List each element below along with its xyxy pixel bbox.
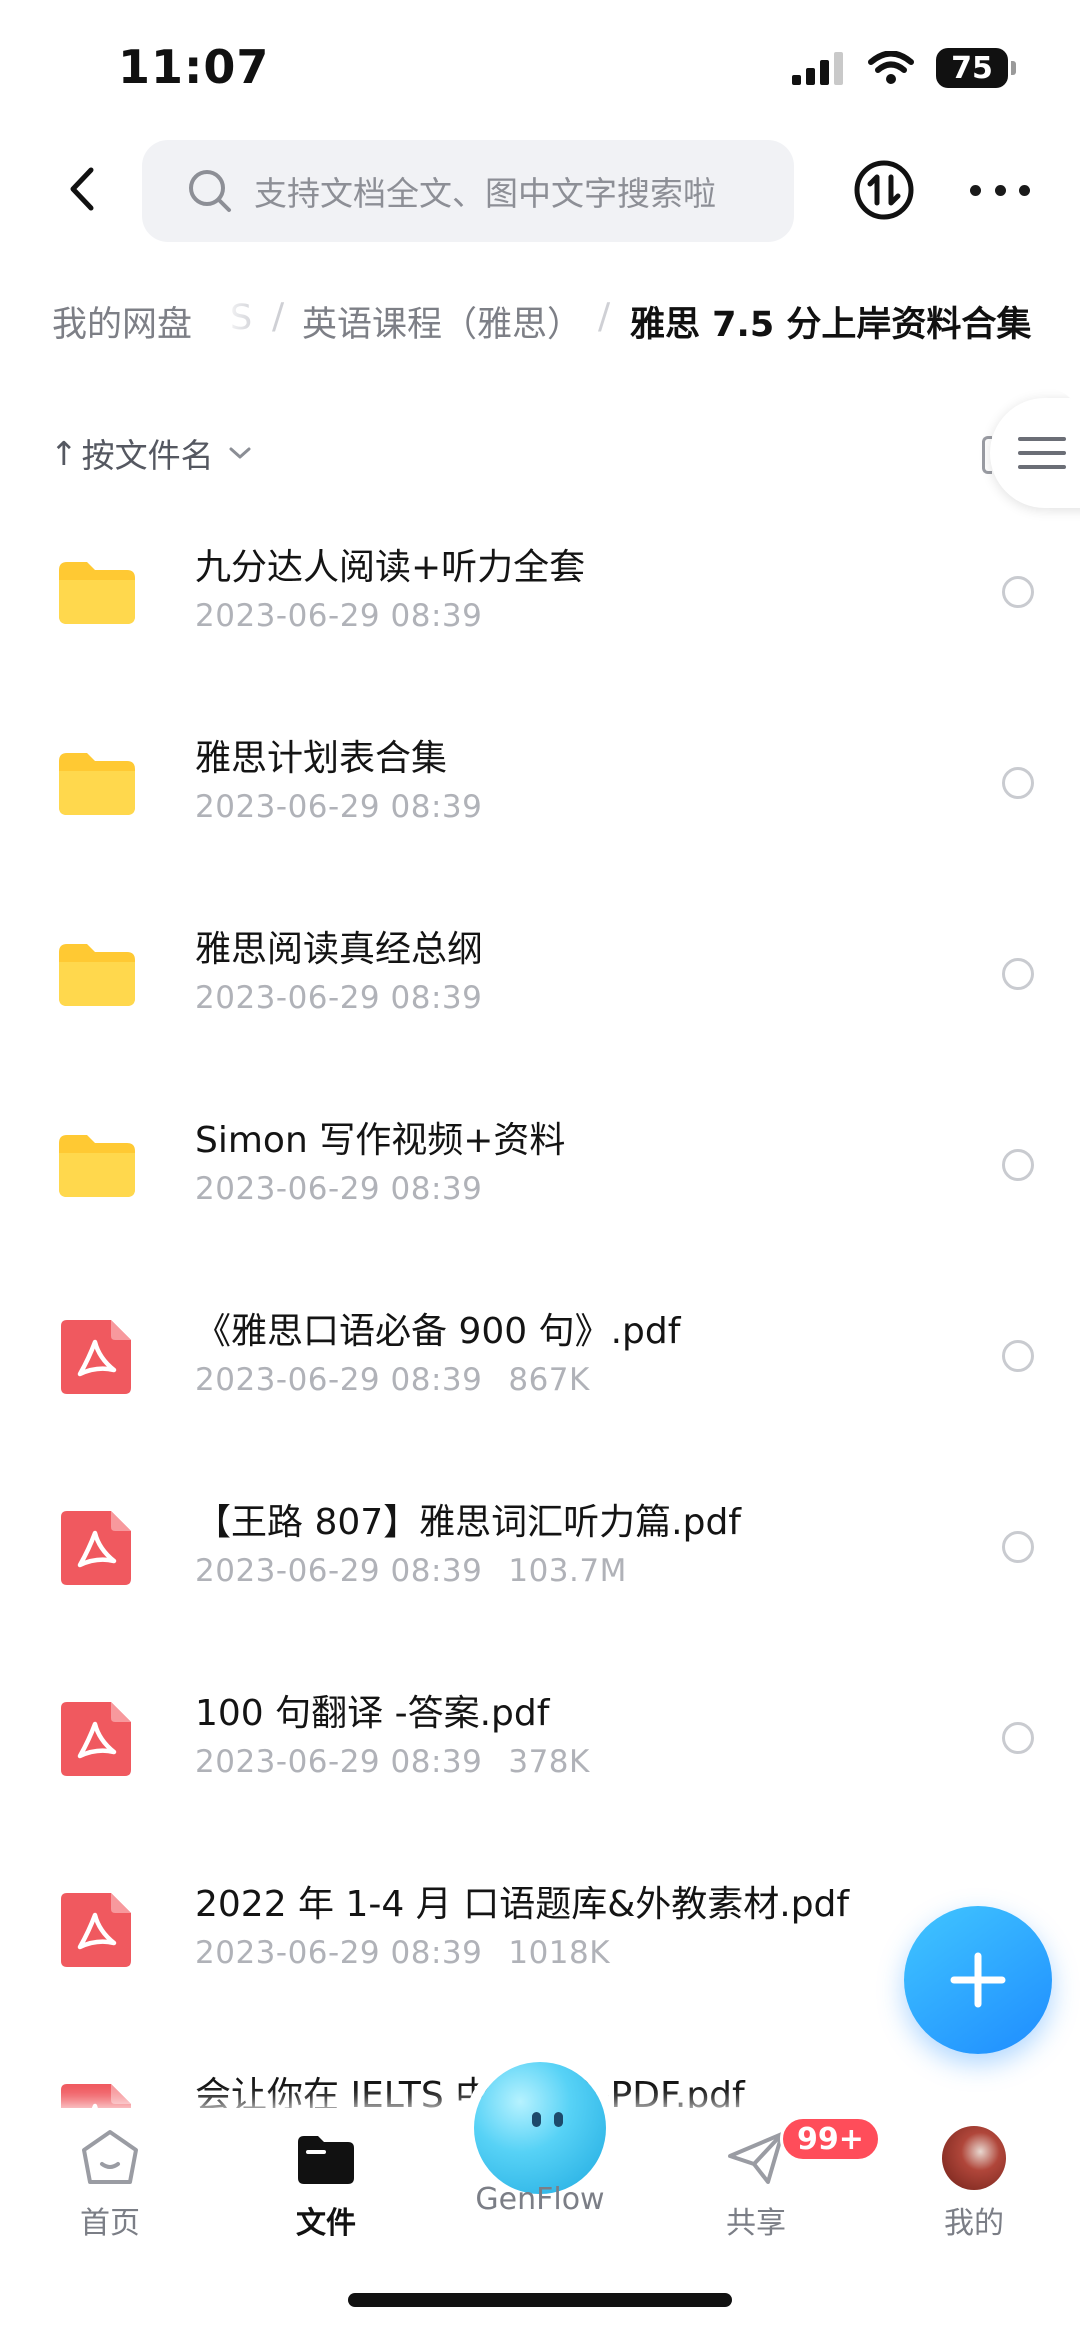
sort-label: 按文件名 [81,436,214,475]
pdf-icon [61,1702,131,1776]
file-name: Simon 写作视频+资料 [195,1120,566,1161]
list-item[interactable]: 100 句翻译 -答案.pdf 2023-06-29 08:39 378K [0,1654,1080,1845]
tab-genflow[interactable]: GenFlow [470,2174,610,2217]
file-size: 867K [508,1362,590,1398]
file-name: 2022 年 1-4 月 口语题库&外教素材.pdf [195,1884,850,1925]
pdf-icon [61,2084,131,2108]
file-name: 雅思计划表合集 [195,738,448,779]
breadcrumb-faded-item: S [230,298,253,338]
screen: 11:07 75 支持文档全文、图中文字搜索啦 S / 英语课程（雅思） / 雅… [0,0,1080,2337]
notification-badge: 99+ [780,2116,881,2162]
file-name: 【王路 807】雅思词汇听力篇.pdf [195,1502,741,1543]
select-checkbox[interactable] [1002,767,1034,799]
file-name: 九分达人阅读+听力全套 [195,547,586,588]
file-date: 2023-06-29 08:39 [195,1362,483,1398]
file-meta: 2023-06-29 08:39 867K [195,1362,590,1398]
file-meta: 2023-06-29 08:39 [195,598,482,634]
list-item[interactable]: 雅思计划表合集 2023-06-29 08:39 [0,699,1080,890]
select-checkbox[interactable] [1002,1340,1034,1372]
back-button[interactable] [52,154,112,224]
folder-icon [59,944,135,1006]
status-bar: 11:07 75 [0,0,1080,130]
signal-icon [792,52,843,85]
search-icon [189,170,231,212]
list-item[interactable]: 《雅思口语必备 900 句》.pdf 2023-06-29 08:39 867K [0,1272,1080,1463]
chevron-down-icon [229,447,251,459]
pdf-icon [61,1893,131,1967]
tab-label: 首页 [80,2206,140,2241]
file-date: 2023-06-29 08:39 [195,1744,483,1780]
breadcrumb-root[interactable]: 我的网盘 [26,284,219,358]
add-button[interactable] [904,1906,1052,2054]
file-name: 100 句翻译 -答案.pdf [195,1693,550,1734]
breadcrumb-item-course[interactable]: 英语课程（雅思） [302,296,582,347]
file-meta: 2023-06-29 08:39 [195,789,482,825]
folder-icon [59,562,135,624]
list-item[interactable]: 雅思阅读真经总纲 2023-06-29 08:39 [0,890,1080,1081]
pdf-icon [61,1320,131,1394]
transfer-icon[interactable] [853,159,915,221]
home-icon [82,2130,138,2184]
status-time: 11:07 [118,40,270,94]
list-item[interactable]: 九分达人阅读+听力全套 2023-06-29 08:39 [0,508,1080,699]
file-meta: 2023-06-29 08:39 378K [195,1744,590,1780]
file-meta: 2023-06-29 08:39 103.7M [195,1553,627,1589]
file-meta: 2023-06-29 08:39 [195,980,482,1016]
sort-control[interactable]: ↑ 按文件名 [50,428,252,478]
paper-plane-icon [728,2132,784,2184]
search-placeholder: 支持文档全文、图中文字搜索啦 [254,174,716,213]
file-name: 会让你在 IELTS 中…0 条-PDF.pdf [195,2075,745,2108]
avatar [942,2126,1006,2190]
tab-label: 文件 [296,2206,356,2241]
wifi-icon [868,51,914,84]
file-size: 378K [508,1744,590,1780]
file-meta: 2023-06-29 08:39 [195,1171,482,1207]
pdf-icon [61,1511,131,1585]
tab-me[interactable]: 我的 [904,2108,1044,2242]
sort-arrow-icon: ↑ [50,433,78,473]
file-size: 1018K [508,1935,611,1971]
plus-icon [950,1952,1006,2008]
breadcrumb-separator: / [272,296,285,337]
file-panel: ↑ 按文件名 九分达人阅读+听力全套 2023-06-29 08:39 雅思计划… [0,388,1080,2108]
home-indicator [348,2293,732,2307]
file-meta: 2023-06-29 08:39 1018K [195,1935,610,1971]
header: 支持文档全文、图中文字搜索啦 [0,130,1080,250]
breadcrumb-separator: / [598,296,611,337]
folder-icon [59,753,135,815]
breadcrumb-current: 雅思 7.5 分上岸资料合集 [630,305,1032,345]
search-input[interactable]: 支持文档全文、图中文字搜索啦 [142,140,794,242]
file-list: 九分达人阅读+听力全套 2023-06-29 08:39 雅思计划表合集 202… [0,508,1080,2108]
file-date: 2023-06-29 08:39 [195,1935,483,1971]
breadcrumb: S / 英语课程（雅思） / 雅思 7.5 分上岸资料合集 我的网盘 [0,268,1080,376]
list-item[interactable]: Simon 写作视频+资料 2023-06-29 08:39 [0,1081,1080,1272]
folder-icon [298,2136,354,2184]
file-date: 2023-06-29 08:39 [195,980,483,1016]
tab-label: 共享 [726,2206,786,2241]
select-checkbox[interactable] [1002,1722,1034,1754]
tab-label: 我的 [944,2206,1004,2241]
folder-icon [59,1135,135,1197]
file-name: 雅思阅读真经总纲 [195,929,484,970]
file-date: 2023-06-29 08:39 [195,789,483,825]
status-icons: 75 [792,48,1016,88]
file-size: 103.7M [508,1553,627,1589]
select-checkbox[interactable] [1002,1149,1034,1181]
tab-files[interactable]: 文件 [256,2108,396,2242]
more-options-icon[interactable] [970,172,1030,208]
select-checkbox[interactable] [1002,958,1034,990]
select-checkbox[interactable] [1002,1531,1034,1563]
chevron-left-icon [70,167,94,211]
tab-label: GenFlow [475,2182,605,2217]
battery-icon: 75 [936,48,1016,88]
file-name: 《雅思口语必备 900 句》.pdf [195,1311,681,1352]
side-menu-icon[interactable] [990,398,1080,508]
battery-level: 75 [951,50,993,86]
file-date: 2023-06-29 08:39 [195,1553,483,1589]
file-date: 2023-06-29 08:39 [195,598,483,634]
tab-home[interactable]: 首页 [40,2108,180,2242]
file-date: 2023-06-29 08:39 [195,1171,483,1207]
select-checkbox[interactable] [1002,576,1034,608]
list-item[interactable]: 【王路 807】雅思词汇听力篇.pdf 2023-06-29 08:39 103.… [0,1463,1080,1654]
